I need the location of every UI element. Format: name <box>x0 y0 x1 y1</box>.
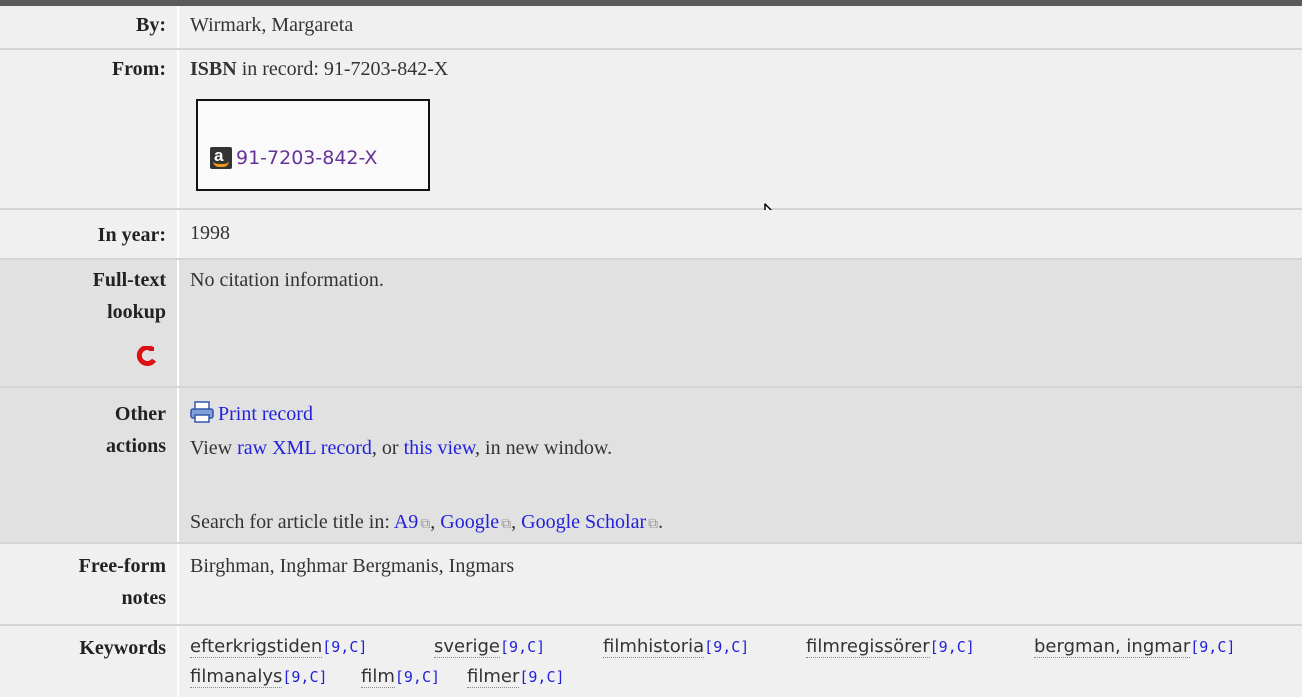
view-suffix: , in new window. <box>475 437 613 459</box>
printer-icon[interactable] <box>190 401 214 423</box>
year-value: 1998 <box>190 222 230 244</box>
keyword-item: filmregissörer[9,C] <box>806 636 975 658</box>
search-line: Search for article title in: A9 ⧉, Google… <box>190 506 663 541</box>
label-fulltext-line1: Full-text <box>92 269 166 291</box>
keyword-term[interactable]: filmregissörer <box>806 636 930 658</box>
keyword-term[interactable]: filmhistoria <box>603 636 705 658</box>
or-text: , or <box>371 437 404 459</box>
label-actions-line1: Other <box>114 403 166 425</box>
keyword-item: sverige[9,C] <box>434 636 545 658</box>
fulltext-value: No citation information. <box>190 269 384 291</box>
keyword-item: film[9,C] <box>361 666 440 688</box>
keyword-meta-link[interactable]: [9,C] <box>282 668 327 686</box>
google-scholar-link[interactable]: Google Scholar <box>521 511 646 533</box>
comma-2: , <box>511 511 522 533</box>
row-year: In year: 1998 <box>0 210 1302 260</box>
keyword-item: filmhistoria[9,C] <box>603 636 749 658</box>
label-keywords: Keywords <box>79 637 166 659</box>
label-notes-line2: notes <box>121 587 166 609</box>
row-from: From: ISBN in record: 91-7203-842-X a 91… <box>0 50 1302 235</box>
column-separator <box>177 388 179 542</box>
keyword-term[interactable]: filmer <box>467 666 520 688</box>
external-link-icon: ⧉ <box>501 517 512 532</box>
label-actions-line2: actions <box>106 435 166 457</box>
isbn-label: ISBN <box>190 58 237 80</box>
external-link-icon: ⧉ <box>420 517 431 532</box>
label-from: From: <box>111 58 166 80</box>
label-notes-line1: Free-form <box>78 555 166 577</box>
amazon-widget: a 91-7203-842-X <box>196 99 430 191</box>
row-keywords: Keywords efterkrigstiden[9,C] sverige[9,… <box>0 626 1302 697</box>
keyword-item: efterkrigstiden[9,C] <box>190 636 367 658</box>
a9-link[interactable]: A9 <box>394 511 418 533</box>
amazon-icon: a <box>210 146 232 169</box>
amazon-link-wrap[interactable]: a 91-7203-842-X <box>210 146 377 169</box>
label-by: By: <box>136 14 166 36</box>
comma-1: , <box>430 511 441 533</box>
column-separator <box>177 260 179 386</box>
keyword-item: bergman, ingmar[9,C] <box>1034 636 1235 658</box>
google-link[interactable]: Google <box>440 511 499 533</box>
column-separator <box>177 50 179 208</box>
keyword-term[interactable]: filmanalys <box>190 666 283 688</box>
keyword-meta-link[interactable]: [9,C] <box>500 638 545 656</box>
row-actions: Other actions Print record View raw XML … <box>0 388 1302 544</box>
search-prefix: Search for article title in: <box>190 511 394 533</box>
print-line: Print record <box>190 398 313 430</box>
keyword-meta-link[interactable]: [9,C] <box>395 668 440 686</box>
period: . <box>658 511 664 533</box>
row-by: By: Wirmark, Margareta <box>0 6 1302 50</box>
keyword-item: filmer[9,C] <box>467 666 565 688</box>
external-link-icon: ⧉ <box>648 517 659 532</box>
label-year: In year: <box>97 224 166 246</box>
keyword-item: filmanalys[9,C] <box>190 666 328 688</box>
author-value: Wirmark, Margareta <box>190 14 354 36</box>
label-fulltext-line2: lookup <box>107 301 166 323</box>
row-fulltext: Full-text lookup No citation information… <box>0 260 1302 388</box>
isbn-text: in record: 91-7203-842-X <box>236 58 449 80</box>
label-notes: Free-form notes <box>0 550 174 614</box>
raw-xml-link[interactable]: raw XML record <box>237 437 372 459</box>
keyword-meta-link[interactable]: [9,C] <box>704 638 749 656</box>
column-separator <box>177 626 179 697</box>
column-separator <box>177 544 179 624</box>
label-actions: Other actions <box>0 398 174 462</box>
keyword-term[interactable]: sverige <box>434 636 501 658</box>
keyword-meta-link[interactable]: [9,C] <box>1190 638 1235 656</box>
keyword-meta-link[interactable]: [9,C] <box>930 638 975 656</box>
keyword-term[interactable]: bergman, ingmar <box>1034 636 1191 658</box>
magnet-icon[interactable] <box>136 346 158 368</box>
keyword-term[interactable]: film <box>361 666 395 688</box>
view-prefix: View <box>190 437 238 459</box>
keyword-meta-link[interactable]: [9,C] <box>519 668 564 686</box>
isbn-line: ISBN in record: 91-7203-842-X <box>190 53 448 85</box>
view-line: View raw XML record, or this view, in ne… <box>190 432 612 464</box>
column-separator <box>177 6 179 48</box>
keyword-meta-link[interactable]: [9,C] <box>322 638 367 656</box>
column-separator <box>177 210 179 258</box>
keyword-term[interactable]: efterkrigstiden <box>190 636 323 658</box>
row-notes: Free-form notes Birghman, Inghmar Bergma… <box>0 544 1302 626</box>
amazon-isbn-link[interactable]: 91-7203-842-X <box>236 147 377 169</box>
this-view-link[interactable]: this view <box>404 437 475 459</box>
notes-value: Birghman, Inghmar Bergmanis, Ingmars <box>190 555 515 577</box>
label-fulltext: Full-text lookup <box>0 264 174 328</box>
print-record-link[interactable]: Print record <box>218 403 313 425</box>
